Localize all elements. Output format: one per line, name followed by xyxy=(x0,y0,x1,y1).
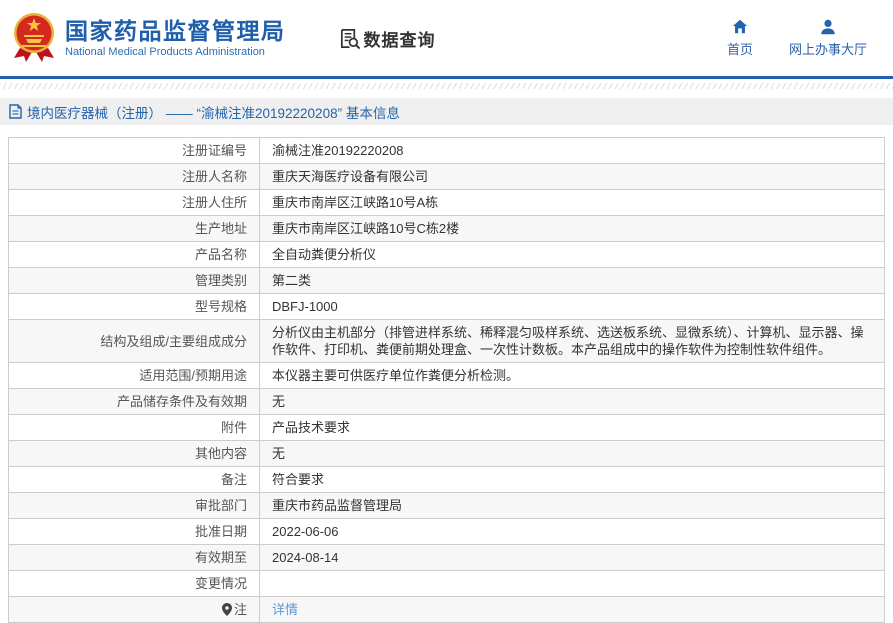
row-value: 符合要求 xyxy=(272,472,325,487)
table-row: 型号规格 DBFJ-1000 xyxy=(8,293,885,320)
row-value: 渝械注准20192220208 xyxy=(272,143,404,158)
row-value: 产品技术要求 xyxy=(272,420,351,435)
row-label: 生产地址 xyxy=(194,221,247,236)
row-value: 重庆市南岸区江峡路10号A栋 xyxy=(272,195,439,210)
row-label: 产品储存条件及有效期 xyxy=(116,394,247,409)
registration-info-table-wrap: 注册证编号 渝械注准20192220208 注册人名称 重庆天海医疗设备有限公司… xyxy=(8,137,885,623)
row-label: 批准日期 xyxy=(194,524,247,539)
row-label: 其他内容 xyxy=(194,446,247,461)
pin-icon xyxy=(221,603,232,616)
row-label: 备注 xyxy=(220,472,247,487)
document-icon xyxy=(9,104,22,119)
data-query-label: 数据查询 xyxy=(363,30,436,50)
registration-info-table: 注册证编号 渝械注准20192220208 注册人名称 重庆天海医疗设备有限公司… xyxy=(8,137,885,623)
info-table-body: 注册证编号 渝械注准20192220208 注册人名称 重庆天海医疗设备有限公司… xyxy=(8,137,885,623)
breadcrumb-text: 境内医疗器械（注册） —— “渝械注准20192220208” 基本信息 xyxy=(27,105,400,121)
header-divider-line xyxy=(0,76,893,79)
person-icon xyxy=(821,19,835,35)
row-label: 注册人住所 xyxy=(181,195,247,210)
header-nav: 首页 网上办事大厅 xyxy=(727,18,893,58)
row-value: 2022-06-06 xyxy=(272,524,339,539)
row-value: 2024-08-14 xyxy=(272,550,339,565)
nav-item-service-hall[interactable]: 网上办事大厅 xyxy=(789,18,867,58)
hatch-strip xyxy=(0,83,893,89)
table-row: 审批部门 重庆市药品监督管理局 xyxy=(8,492,885,519)
table-row: 变更情况 xyxy=(8,570,885,597)
row-value: 无 xyxy=(272,446,286,461)
table-row: 结构及组成/主要组成成分 分析仪由主机部分（排管进样系统、稀释混匀吸样系统、选送… xyxy=(8,319,885,363)
org-title-block: 国家药品监督管理局 National Medical Products Admi… xyxy=(65,18,286,58)
row-value: 本仪器主要可供医疗单位作粪便分析检测。 xyxy=(272,368,520,383)
data-query-icon xyxy=(340,28,360,49)
row-value: 重庆天海医疗设备有限公司 xyxy=(272,169,429,184)
row-value: 重庆市南岸区江峡路10号C栋2楼 xyxy=(272,221,460,236)
row-value: 无 xyxy=(272,394,286,409)
table-row: 批准日期 2022-06-06 xyxy=(8,518,885,545)
table-row: 注册证编号 渝械注准20192220208 xyxy=(8,137,885,164)
row-label: 附件 xyxy=(220,420,247,435)
table-row: 产品名称 全自动粪便分析仪 xyxy=(8,241,885,268)
row-label: 变更情况 xyxy=(194,576,247,591)
page-header: 国家药品监督管理局 National Medical Products Admi… xyxy=(0,0,893,76)
row-value: 全自动粪便分析仪 xyxy=(272,247,377,262)
table-row: 有效期至 2024-08-14 xyxy=(8,544,885,571)
org-title: 国家药品监督管理局 xyxy=(65,18,286,44)
table-row: 生产地址 重庆市南岸区江峡路10号C栋2楼 xyxy=(8,215,885,242)
row-label: 注 xyxy=(233,602,247,617)
table-row: 注册人名称 重庆天海医疗设备有限公司 xyxy=(8,163,885,190)
row-label: 注册证编号 xyxy=(181,143,247,158)
row-value: DBFJ-1000 xyxy=(272,299,338,314)
org-subtitle: National Medical Products Administration xyxy=(65,46,265,58)
row-label: 产品名称 xyxy=(194,247,247,262)
nav-item-label: 网上办事大厅 xyxy=(788,42,867,57)
table-row: 适用范围/预期用途 本仪器主要可供医疗单位作粪便分析检测。 xyxy=(8,362,885,389)
table-row: 注册人住所 重庆市南岸区江峡路10号A栋 xyxy=(8,189,885,216)
nmpa-logo[interactable]: 国家药品监督管理局 National Medical Products Admi… xyxy=(12,12,286,64)
table-row: 产品储存条件及有效期 无 xyxy=(8,388,885,415)
nav-item-label: 首页 xyxy=(726,42,753,57)
row-label: 有效期至 xyxy=(194,550,247,565)
row-label: 结构及组成/主要组成成分 xyxy=(100,333,247,349)
row-label: 适用范围/预期用途 xyxy=(139,368,247,383)
row-value: 第二类 xyxy=(272,273,312,288)
table-row: 其他内容 无 xyxy=(8,440,885,467)
national-emblem-icon xyxy=(14,13,54,62)
row-label: 型号规格 xyxy=(194,299,247,314)
details-link[interactable]: 详情 xyxy=(272,602,298,617)
nav-item-home[interactable]: 首页 xyxy=(727,18,753,58)
data-query-tab[interactable]: 数据查询 xyxy=(338,26,436,51)
row-label: 审批部门 xyxy=(194,498,247,513)
row-value: 分析仪由主机部分（排管进样系统、稀释混匀吸样系统、选送板系统、显微系统）、计算机… xyxy=(272,325,864,357)
table-row: 管理类别 第二类 xyxy=(8,267,885,294)
row-value: 重庆市药品监督管理局 xyxy=(272,498,403,513)
home-icon xyxy=(732,19,748,34)
table-row: 备注 符合要求 xyxy=(8,466,885,493)
table-row: 注 详情 xyxy=(8,596,885,623)
table-row: 附件 产品技术要求 xyxy=(8,414,885,441)
breadcrumb: 境内医疗器械（注册） —— “渝械注准20192220208” 基本信息 xyxy=(0,98,893,125)
row-label: 管理类别 xyxy=(194,273,247,288)
row-label: 注册人名称 xyxy=(181,169,247,184)
